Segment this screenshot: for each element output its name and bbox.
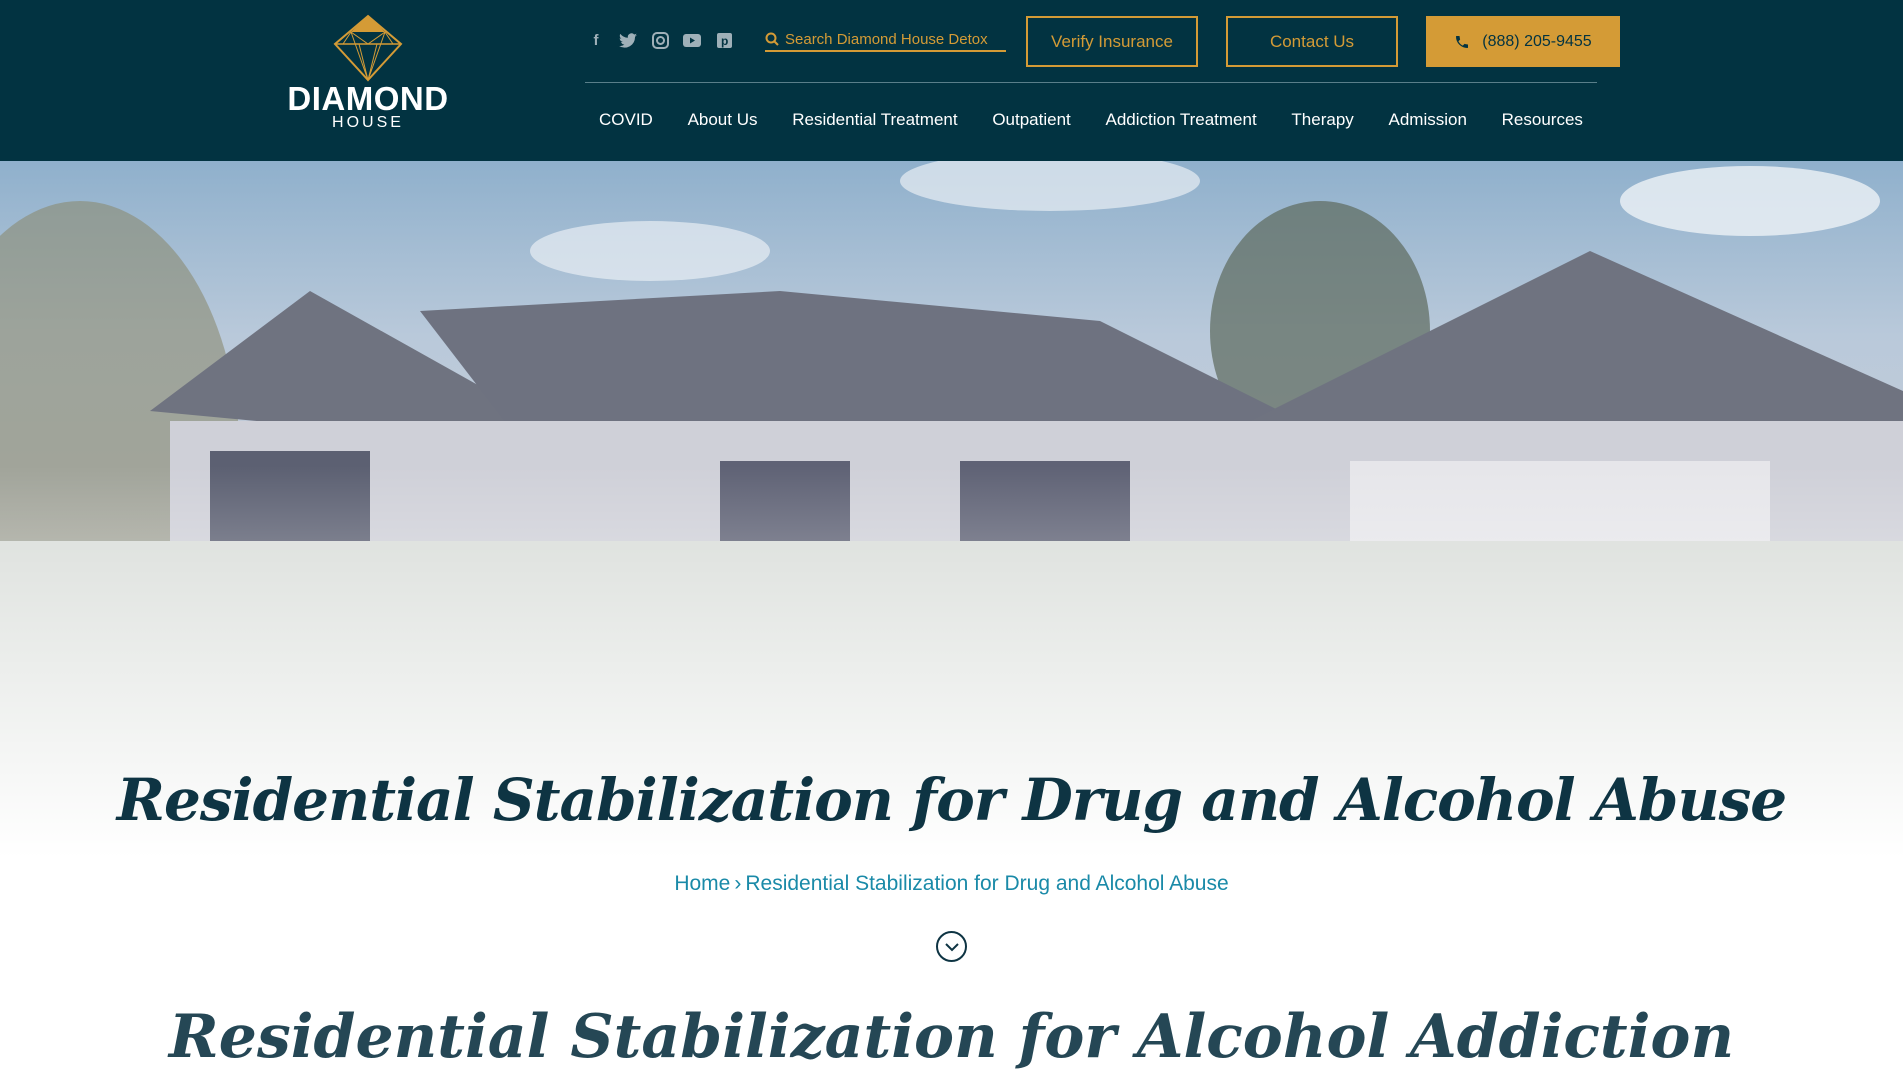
svg-text:p: p [721, 34, 728, 48]
nav-outpatient[interactable]: Outpatient [992, 110, 1070, 130]
hero-banner: Residential Stabilization for Drug and A… [0, 161, 1903, 1032]
nav-resources[interactable]: Resources [1502, 110, 1583, 130]
phone-icon [1456, 35, 1469, 48]
logo[interactable]: DIAMOND HOUSE [283, 14, 453, 134]
chevron-down-icon [944, 942, 959, 951]
instagram-icon[interactable] [650, 30, 670, 50]
header-divider [585, 82, 1597, 83]
scroll-down-button[interactable] [936, 931, 967, 962]
logo-wordmark: DIAMOND [287, 80, 449, 117]
nav-covid[interactable]: COVID [599, 110, 653, 130]
nav-therapy[interactable]: Therapy [1291, 110, 1353, 130]
social-links: f p [586, 30, 734, 50]
main-nav: COVID About Us Residential Treatment Out… [585, 110, 1597, 130]
search-input[interactable]: Search Diamond House Detox [765, 28, 1006, 52]
nav-residential-treatment[interactable]: Residential Treatment [792, 110, 957, 130]
breadcrumb-current: Residential Stabilization for Drug and A… [745, 872, 1229, 895]
verify-insurance-button[interactable]: Verify Insurance [1026, 16, 1198, 67]
search-placeholder: Search Diamond House Detox [785, 30, 988, 48]
facebook-icon[interactable]: f [586, 30, 606, 50]
diamond-logo-icon [333, 14, 403, 82]
phone-button[interactable]: (888) 205-9455 [1426, 16, 1620, 67]
nav-about-us[interactable]: About Us [688, 110, 758, 130]
twitter-icon[interactable] [618, 30, 638, 50]
nav-addiction-treatment[interactable]: Addiction Treatment [1105, 110, 1256, 130]
section-title: Residential Stabilization for Alcohol Ad… [168, 1002, 1735, 1072]
breadcrumb-home[interactable]: Home [674, 872, 730, 895]
pinterest-icon[interactable]: p [714, 30, 734, 50]
phone-number: (888) 205-9455 [1482, 32, 1592, 50]
breadcrumb-separator: › [734, 872, 742, 895]
site-header: DIAMOND HOUSE f p Search Diamond House D… [0, 0, 1903, 161]
hero-title: Residential Stabilization for Drug and A… [116, 766, 1787, 834]
youtube-icon[interactable] [682, 30, 702, 50]
search-icon [765, 32, 779, 46]
house-background-image [0, 161, 1903, 1032]
contact-us-button[interactable]: Contact Us [1226, 16, 1398, 67]
nav-admission[interactable]: Admission [1389, 110, 1467, 130]
breadcrumb: Home › Residential Stabilization for Drug … [0, 872, 1903, 896]
